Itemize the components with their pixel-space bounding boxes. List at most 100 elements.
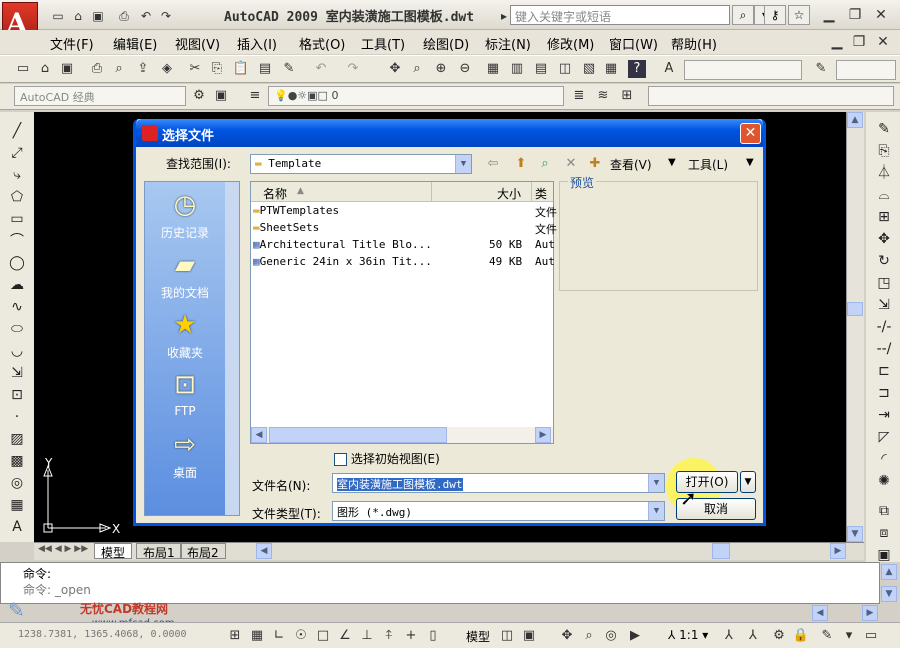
polar-icon[interactable]: ☉ (292, 627, 310, 645)
color-combo[interactable] (648, 86, 894, 106)
annotation-scale[interactable]: ⅄ 1:1 ▾ (668, 628, 708, 642)
file-scroll-thumb[interactable] (269, 427, 447, 443)
workspace-save-icon[interactable]: ▣ (212, 87, 230, 105)
file-list-hscrollbar[interactable]: ◀ ▶ (251, 427, 553, 443)
stretch-icon[interactable]: ⇲ (874, 296, 894, 314)
column-name[interactable]: 名称 (263, 185, 287, 202)
properties-icon[interactable]: ▦ (484, 60, 502, 78)
paste-icon[interactable]: 📋 (232, 60, 250, 78)
undo-icon[interactable]: ↶ (138, 8, 154, 24)
sheetset-icon[interactable]: ◫ (556, 60, 574, 78)
cut-icon[interactable]: ✂ (186, 60, 204, 78)
undo-icon[interactable]: ↶ (312, 60, 330, 78)
new-folder-icon[interactable]: ✚ (586, 155, 604, 173)
search-input[interactable]: 键入关键字或短语 (510, 5, 730, 25)
arc-icon[interactable]: ⌒ (7, 232, 27, 250)
places-ftp[interactable]: ⊡ FTP (145, 370, 225, 418)
view-dropdown-icon[interactable]: ▼ (668, 157, 676, 168)
construction-line-icon[interactable]: ⤢ (7, 144, 27, 162)
clean-screen-icon[interactable]: ▭ (862, 627, 880, 645)
close-icon[interactable]: ✕ (872, 6, 890, 24)
auto-scale-icon[interactable]: ⅄ (744, 627, 762, 645)
showmotion-icon[interactable]: ▶ (626, 627, 644, 645)
design-center-icon[interactable]: ▥ (508, 60, 526, 78)
zoom-window-icon[interactable]: ⊕ (432, 60, 450, 78)
lookin-dropdown-icon[interactable]: ▼ (455, 155, 471, 173)
file-list[interactable]: 名称 ▲ 大小 类 ▬PTWTemplates 文件 ▬SheetSets 文件… (250, 181, 557, 444)
ortho-icon[interactable]: ∟ (270, 627, 288, 645)
explode-icon[interactable]: ✺ (874, 472, 894, 490)
menu-view[interactable]: 视图(V) (175, 34, 220, 53)
open-icon[interactable]: ⌂ (36, 60, 54, 78)
file-scroll-left-icon[interactable]: ◀ (251, 427, 267, 443)
copy-icon[interactable]: ⎘ (208, 60, 226, 78)
file-row[interactable]: ▬SheetSets 文件 (253, 221, 557, 237)
cmd-scroll-down-icon[interactable]: ▼ (881, 586, 897, 602)
menu-insert[interactable]: 插入(I) (237, 34, 277, 53)
filetype-select[interactable]: 图形 (*.dwg) ▼ (332, 501, 665, 521)
up-folder-icon[interactable]: ⬆ (512, 155, 530, 173)
text-style-icon[interactable]: A (660, 60, 678, 78)
menu-draw[interactable]: 绘图(D) (423, 34, 469, 53)
open-icon[interactable]: ⌂ (70, 8, 86, 24)
places-my-documents[interactable]: ▰ 我的文档 (145, 250, 225, 301)
places-favorites[interactable]: ★ 收藏夹 (145, 310, 225, 361)
menu-format[interactable]: 格式(O) (299, 34, 345, 53)
preview-icon[interactable]: ⌕ (110, 60, 128, 78)
move-icon[interactable]: ✥ (874, 230, 894, 248)
quick-layouts-icon[interactable]: ◫ (498, 627, 516, 645)
filename-dropdown-icon[interactable]: ▼ (648, 474, 664, 492)
dim-style-icon[interactable]: ✎ (812, 60, 830, 78)
chamfer-icon[interactable]: ◸ (874, 428, 894, 446)
break-icon[interactable]: ⊐ (874, 384, 894, 402)
scroll-up-icon[interactable]: ▲ (847, 112, 863, 128)
new-icon[interactable]: ▭ (50, 8, 66, 24)
mtext-icon[interactable]: A (7, 518, 27, 536)
draworder-icon[interactable]: ⧉ (874, 502, 894, 520)
menu-dimension[interactable]: 标注(N) (485, 34, 531, 53)
scroll-thumb[interactable] (847, 302, 863, 316)
steering-wheel-icon[interactable]: ◎ (602, 627, 620, 645)
insert-block-icon[interactable]: ⇲ (7, 364, 27, 382)
table-icon[interactable]: ▦ (7, 496, 27, 514)
menu-modify[interactable]: 修改(M) (547, 34, 594, 53)
file-row[interactable]: ▦Architectural Title Blo... 50 KB Aut (253, 238, 555, 254)
places-desktop[interactable]: ⇨ 桌面 (145, 430, 225, 481)
filename-input[interactable]: 室内装潢施工图模板.dwt ▼ (332, 473, 665, 493)
menu-edit[interactable]: 编辑(E) (113, 34, 157, 53)
erase-icon[interactable]: ✎ (874, 120, 894, 138)
subscription-icon[interactable]: ⚷ (764, 5, 786, 25)
copy-object-icon[interactable]: ⎘ (874, 142, 894, 160)
mirror-icon[interactable]: ⏃ (874, 164, 894, 182)
restore-icon[interactable]: ❐ (846, 6, 864, 24)
dim-style-combo[interactable] (836, 60, 896, 80)
paste-special-icon[interactable]: ▤ (256, 60, 274, 78)
zoom-realtime-icon[interactable]: ⌕ (408, 60, 426, 78)
hatch-icon[interactable]: ▨ (7, 430, 27, 448)
revcloud-icon[interactable]: ☁ (7, 276, 27, 294)
help-icon[interactable]: ? (628, 60, 646, 78)
quick-drawings-icon[interactable]: ▣ (520, 627, 538, 645)
search-web-icon[interactable]: ⌕ (536, 155, 554, 173)
redo-icon[interactable]: ↷ (344, 60, 362, 78)
dialog-close-button[interactable]: ✕ (740, 123, 761, 144)
rotate-icon[interactable]: ↻ (874, 252, 894, 270)
tools-dropdown-icon[interactable]: ▼ (746, 157, 754, 168)
polygon-icon[interactable]: ⬠ (7, 188, 27, 206)
back-icon[interactable]: ⇦ (484, 155, 502, 173)
pan-status-icon[interactable]: ✥ (558, 627, 576, 645)
join-icon[interactable]: ⇥ (874, 406, 894, 424)
cmd-scroll-up-icon[interactable]: ▲ (881, 564, 897, 580)
cmd-hscroll-left-icon[interactable]: ◀ (812, 605, 828, 621)
region-icon[interactable]: ◎ (7, 474, 27, 492)
delete-icon[interactable]: ✕ (562, 155, 580, 173)
lock-icon[interactable]: 🔒 (792, 627, 810, 645)
checkbox-box[interactable] (334, 453, 347, 466)
menu-window[interactable]: 窗口(W) (609, 34, 658, 53)
scale-icon[interactable]: ◳ (874, 274, 894, 292)
status-tray-icon[interactable]: ▾ (840, 627, 858, 645)
make-block-icon[interactable]: ⊡ (7, 386, 27, 404)
markup-icon[interactable]: ▧ (580, 60, 598, 78)
layer-previous-icon[interactable]: ≣ (570, 87, 588, 105)
places-scrollbar[interactable] (225, 182, 239, 515)
